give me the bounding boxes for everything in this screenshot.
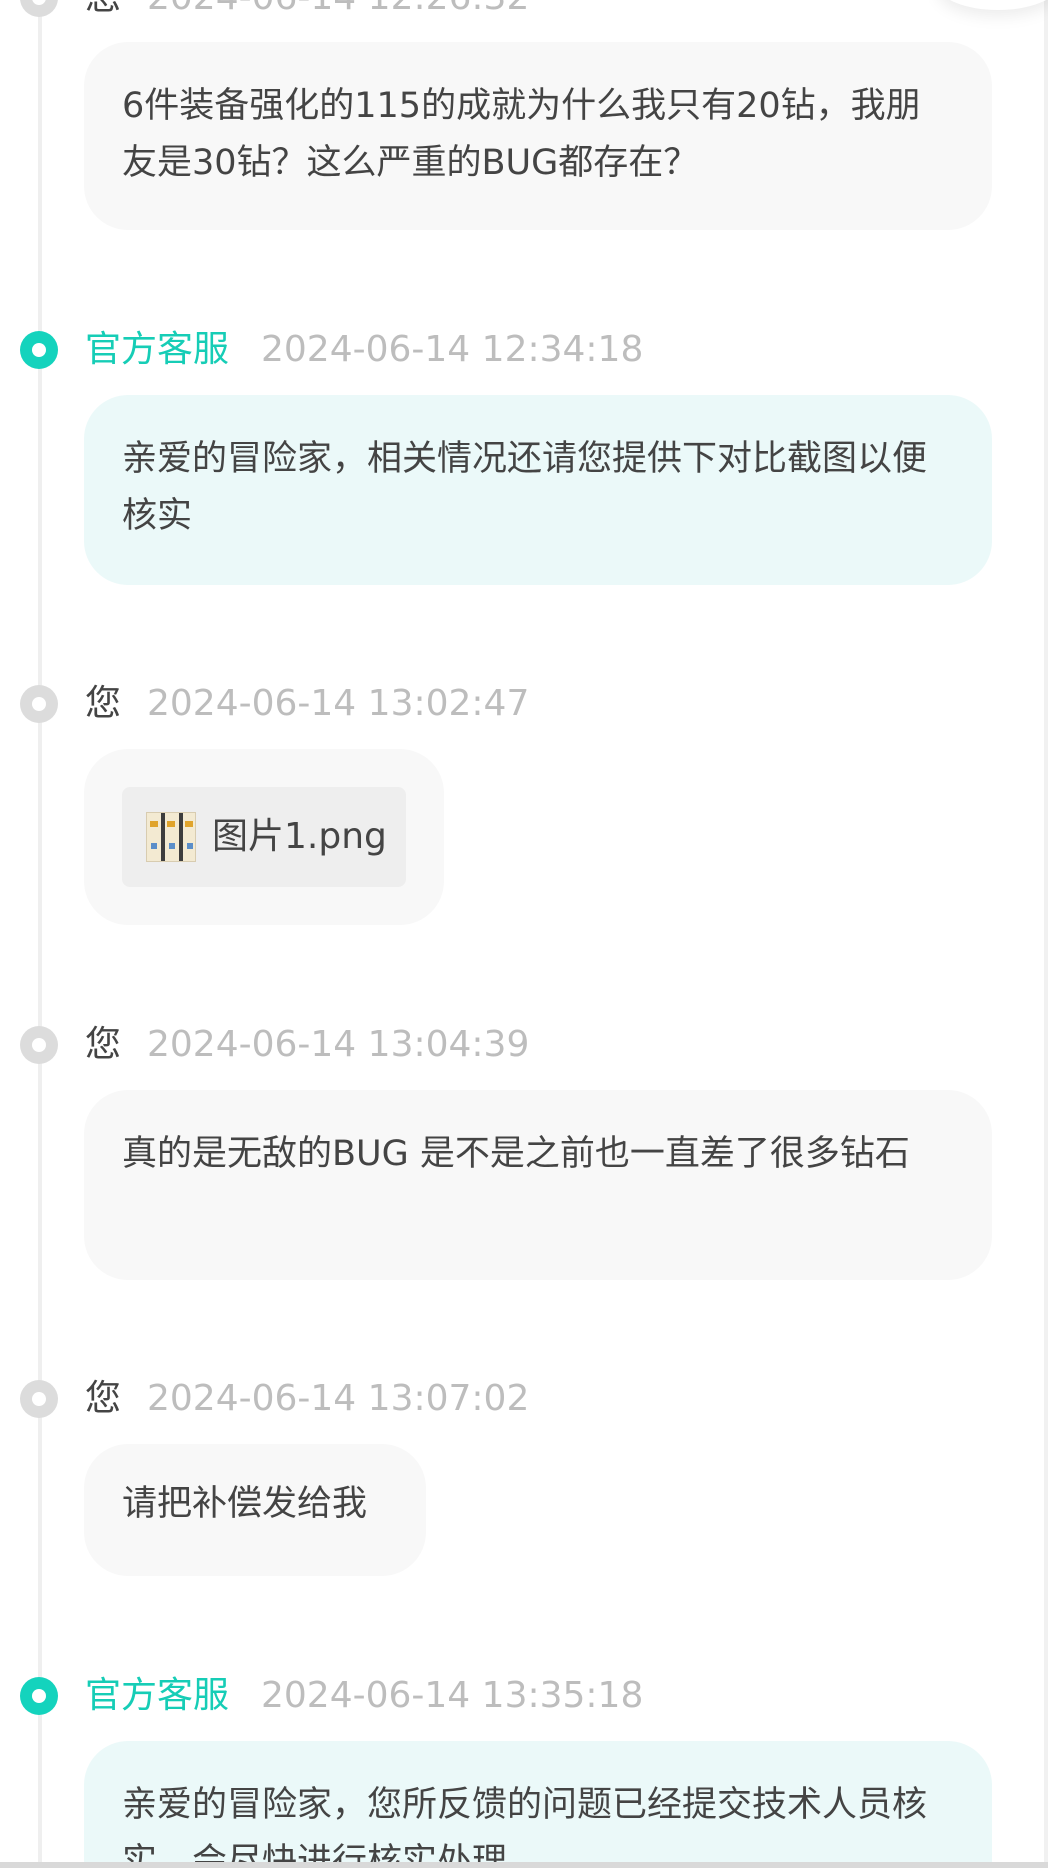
message-timestamp: 2024-06-14 13:07:02 [147,1378,530,1419]
message-header: 您 2024-06-14 13:04:39 [0,1021,1000,1069]
message-header: 您 2024-06-14 13:02:47 [0,680,1000,728]
bottom-edge [0,1862,1048,1868]
sender-name: 您 [85,0,121,22]
sender-name: 您 [85,1378,122,1419]
sender-name: 官方客服 [85,329,230,370]
message-bubble: 6件装备强化的115的成就为什么我只有20钻，我朋友是30钻？这么严重的BUG都… [84,42,992,230]
message-header: 官方客服 2024-06-14 12:34:18 [0,326,1000,374]
message-header: 官方客服 2024-06-14 13:35:18 [0,1672,1000,1720]
sender-name: 您 [85,683,122,724]
message-bubble: 真的是无敌的BUG 是不是之前也一直差了很多钻石 [84,1090,992,1280]
message-timestamp: 2024-06-14 12:26:32 [147,0,529,22]
image-thumbnail-icon [146,812,196,862]
message-header: 您 2024-06-14 12:26:32 [0,0,1000,22]
sender-name: 您 [85,1024,122,1065]
timeline-line [38,0,42,1868]
message-bubble: 图片1.png [84,749,444,925]
message-header: 您 2024-06-14 13:07:02 [0,1375,1000,1423]
staff-timeline-dot [20,1677,58,1715]
user-timeline-dot [20,1380,58,1418]
message-timestamp: 2024-06-14 13:04:39 [147,1024,530,1065]
message-text: 亲爱的冒险家，相关情况还请您提供下对比截图以便核实 [122,439,928,536]
user-timeline-dot [20,685,58,723]
user-timeline-dot [20,1026,58,1064]
message-text: 请把补偿发给我 [122,1484,368,1524]
message-bubble: 亲爱的冒险家，相关情况还请您提供下对比截图以便核实 [84,395,992,585]
feedback-conversation: 您 2024-06-14 12:26:32 6件装备强化的115的成就为什么我只… [0,0,1048,1868]
message-bubble: 请把补偿发给我 [84,1444,426,1576]
message-text: 亲爱的冒险家，您所反馈的问题已经提交技术人员核实，会尽快进行核实处理 [122,1785,928,1868]
sender-name: 官方客服 [85,1675,230,1716]
message-bubble: 亲爱的冒险家，您所反馈的问题已经提交技术人员核实，会尽快进行核实处理 [84,1741,992,1868]
message-text: 6件装备强化的115的成就为什么我只有20钻，我朋友是30钻？这么严重的BUG都… [122,86,921,183]
message-timestamp: 2024-06-14 12:34:18 [261,329,644,370]
image-attachment[interactable]: 图片1.png [122,787,406,887]
user-timeline-dot [20,0,58,17]
message-text: 真的是无敌的BUG 是不是之前也一直差了很多钻石 [122,1134,910,1174]
message-timestamp: 2024-06-14 13:02:47 [147,683,530,724]
attachment-filename[interactable]: 图片1.png [212,787,387,887]
message-timestamp: 2024-06-14 13:35:18 [261,1675,644,1716]
staff-timeline-dot [20,331,58,369]
right-divider [1044,0,1048,1868]
